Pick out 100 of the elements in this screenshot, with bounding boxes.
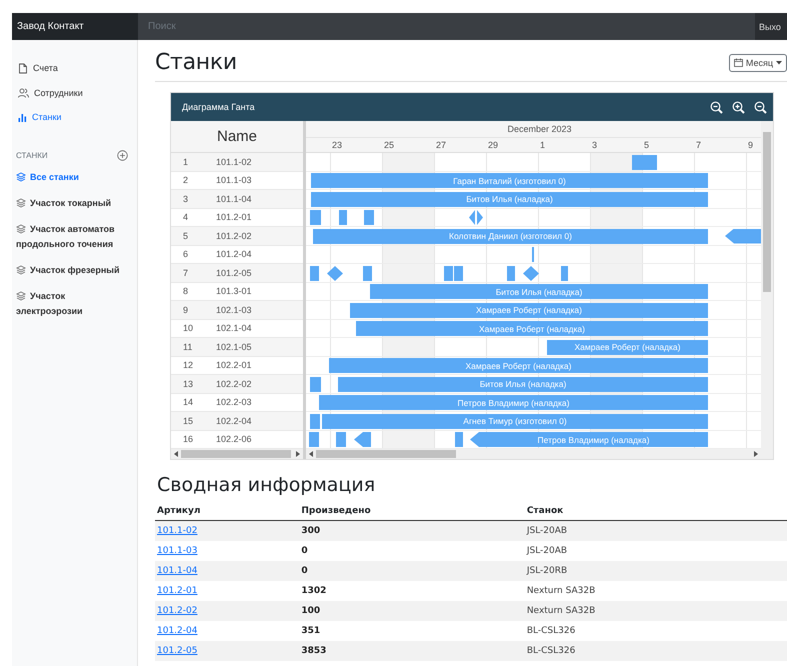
task-bar[interactable]: Хамраев Роберт (наладка) [356, 321, 708, 336]
caret-icon [776, 60, 782, 64]
produced-count: 351 [301, 626, 320, 636]
task-bar[interactable]: Хамраев Роберт (наладка) [350, 302, 708, 318]
milestone-diamond[interactable] [327, 266, 343, 280]
task-bar[interactable] [725, 228, 761, 244]
scroll-right-icon[interactable] [296, 451, 300, 457]
task-bar[interactable] [632, 154, 657, 170]
task-bar[interactable]: Битов Илья (наладка) [311, 192, 708, 206]
zoom-out-icon[interactable] [710, 100, 723, 114]
vertical-scrollbar[interactable] [761, 121, 773, 459]
produced-count: 100 [301, 606, 320, 616]
task-bar[interactable] [310, 266, 319, 280]
month-dropdown[interactable]: Месяц [728, 54, 787, 72]
milestone-diamond[interactable] [523, 266, 539, 280]
row-number: 16 [182, 434, 194, 444]
scroll-left-icon[interactable] [309, 451, 313, 457]
produced-count: 300 [301, 526, 320, 536]
row-number: 2 [182, 175, 190, 186]
task-bar[interactable] [561, 266, 568, 280]
task-bar[interactable]: Колотвин Даниил (изготовил 0) [313, 228, 708, 244]
produced-count: 1302 [301, 586, 326, 596]
chart-title: Диаграмма Ганта [182, 102, 255, 112]
task-bar[interactable] [454, 266, 463, 280]
task-bar[interactable] [363, 266, 372, 280]
sidebar-item[interactable]: Участок фрезерный [12, 258, 138, 284]
machine-name: 102.2-04 [216, 416, 252, 426]
task-bar[interactable]: Гаран Виталий (изготовил 0) [311, 173, 708, 188]
task-bar[interactable]: Битов Илья (наладка) [338, 376, 708, 392]
task-bar[interactable] [310, 414, 320, 428]
logout-link[interactable]: Выхо [755, 13, 787, 40]
sidebar-item[interactable]: Все станки [12, 164, 138, 190]
machine-model: JSL-20AB [526, 526, 568, 536]
machine-name: 101.1-02 [216, 156, 252, 167]
task-bar[interactable]: Агнев Тимур (изготовил 0) [322, 414, 708, 428]
task-bar[interactable] [310, 376, 321, 392]
article-link[interactable]: 101.1-03 [157, 546, 198, 556]
row-number: 8 [182, 286, 190, 296]
task-bar[interactable] [354, 432, 371, 447]
sidebar-item[interactable]: Участок токарный [12, 190, 138, 216]
layers-icon [16, 172, 26, 182]
machine-name: 101.3-01 [216, 286, 252, 296]
sidebar-item[interactable]: Станки [12, 105, 138, 130]
machine-name: 101.2-05 [216, 268, 252, 278]
row-number: 9 [182, 304, 190, 315]
layers-icon [16, 290, 26, 300]
date-tick: 3 [592, 140, 598, 150]
sidebar-item[interactable]: Счета [12, 56, 138, 80]
zoom-out-icon[interactable] [754, 100, 767, 114]
brand-title[interactable]: Завод Контакт [12, 13, 138, 40]
machine-name: 101.2-02 [216, 230, 252, 241]
row-number: 7 [182, 268, 190, 278]
row-number: 11 [182, 342, 194, 352]
machine-name: 102.2-06 [216, 434, 252, 444]
horizontal-scrollbar[interactable] [306, 449, 761, 459]
task-bar[interactable]: Хамраев Роберт (наладка) [547, 340, 708, 354]
sidebar-item-label: Счета [33, 63, 58, 74]
task-bar[interactable] [444, 266, 453, 280]
scroll-right-icon[interactable] [754, 451, 758, 457]
milestone-diamond[interactable] [469, 210, 483, 225]
machine-name: 102.1-05 [216, 342, 252, 352]
add-circle-icon[interactable] [117, 150, 128, 160]
machine-model: BL-CSL326 [526, 646, 576, 656]
machine-model: JSL-20RB [526, 566, 568, 576]
horizontal-scrollbar[interactable] [171, 449, 303, 459]
date-tick: 7 [696, 140, 702, 150]
sidebar-item[interactable]: Участок электроэрозии [12, 284, 138, 324]
task-bar[interactable]: Хамраев Роберт (наладка) [329, 358, 708, 373]
date-tick: 23 [332, 140, 342, 150]
calendar-icon [734, 58, 743, 67]
machine-model: BL-CSL326 [526, 626, 576, 636]
search-field[interactable]: Поиск [138, 13, 755, 40]
task-bar[interactable] [507, 266, 515, 280]
article-link[interactable]: 101.2-02 [157, 606, 198, 616]
task-bar[interactable]: Битов Илья (наладка) [370, 284, 708, 299]
machine-name: 102.2-02 [216, 378, 252, 389]
row-number: 6 [182, 249, 190, 260]
section-heading: Сводная информация [157, 474, 376, 496]
row-number: 14 [182, 397, 194, 408]
zoom-in-icon[interactable] [732, 100, 745, 114]
scroll-left-icon[interactable] [174, 451, 178, 457]
layers-icon [16, 224, 26, 234]
article-link[interactable]: 101.2-04 [157, 626, 198, 636]
machine-name: 102.1-04 [216, 323, 252, 334]
machine-name: 101.2-01 [216, 212, 252, 222]
machine-name: 102.1-03 [216, 304, 252, 315]
task-bar[interactable]: Петров Владимир (наладка) [470, 432, 708, 447]
machine-name: 101.1-03 [216, 175, 252, 186]
date-tick: 25 [384, 140, 394, 150]
task-bar[interactable]: Петров Владимир (наладка) [319, 395, 708, 410]
users-icon [18, 88, 29, 98]
machine-name: 102.2-01 [216, 360, 252, 370]
article-link[interactable]: 101.2-01 [157, 586, 198, 596]
article-link[interactable]: 101.2-05 [157, 646, 198, 656]
sidebar-item[interactable]: Сотрудники [12, 80, 138, 105]
bar-chart-icon [18, 112, 27, 122]
sidebar-item[interactable]: Участок автоматов продольного точения [12, 216, 138, 258]
article-link[interactable]: 101.1-02 [157, 526, 198, 536]
article-link[interactable]: 101.1-04 [157, 566, 198, 576]
machine-name: 102.2-03 [216, 397, 252, 408]
